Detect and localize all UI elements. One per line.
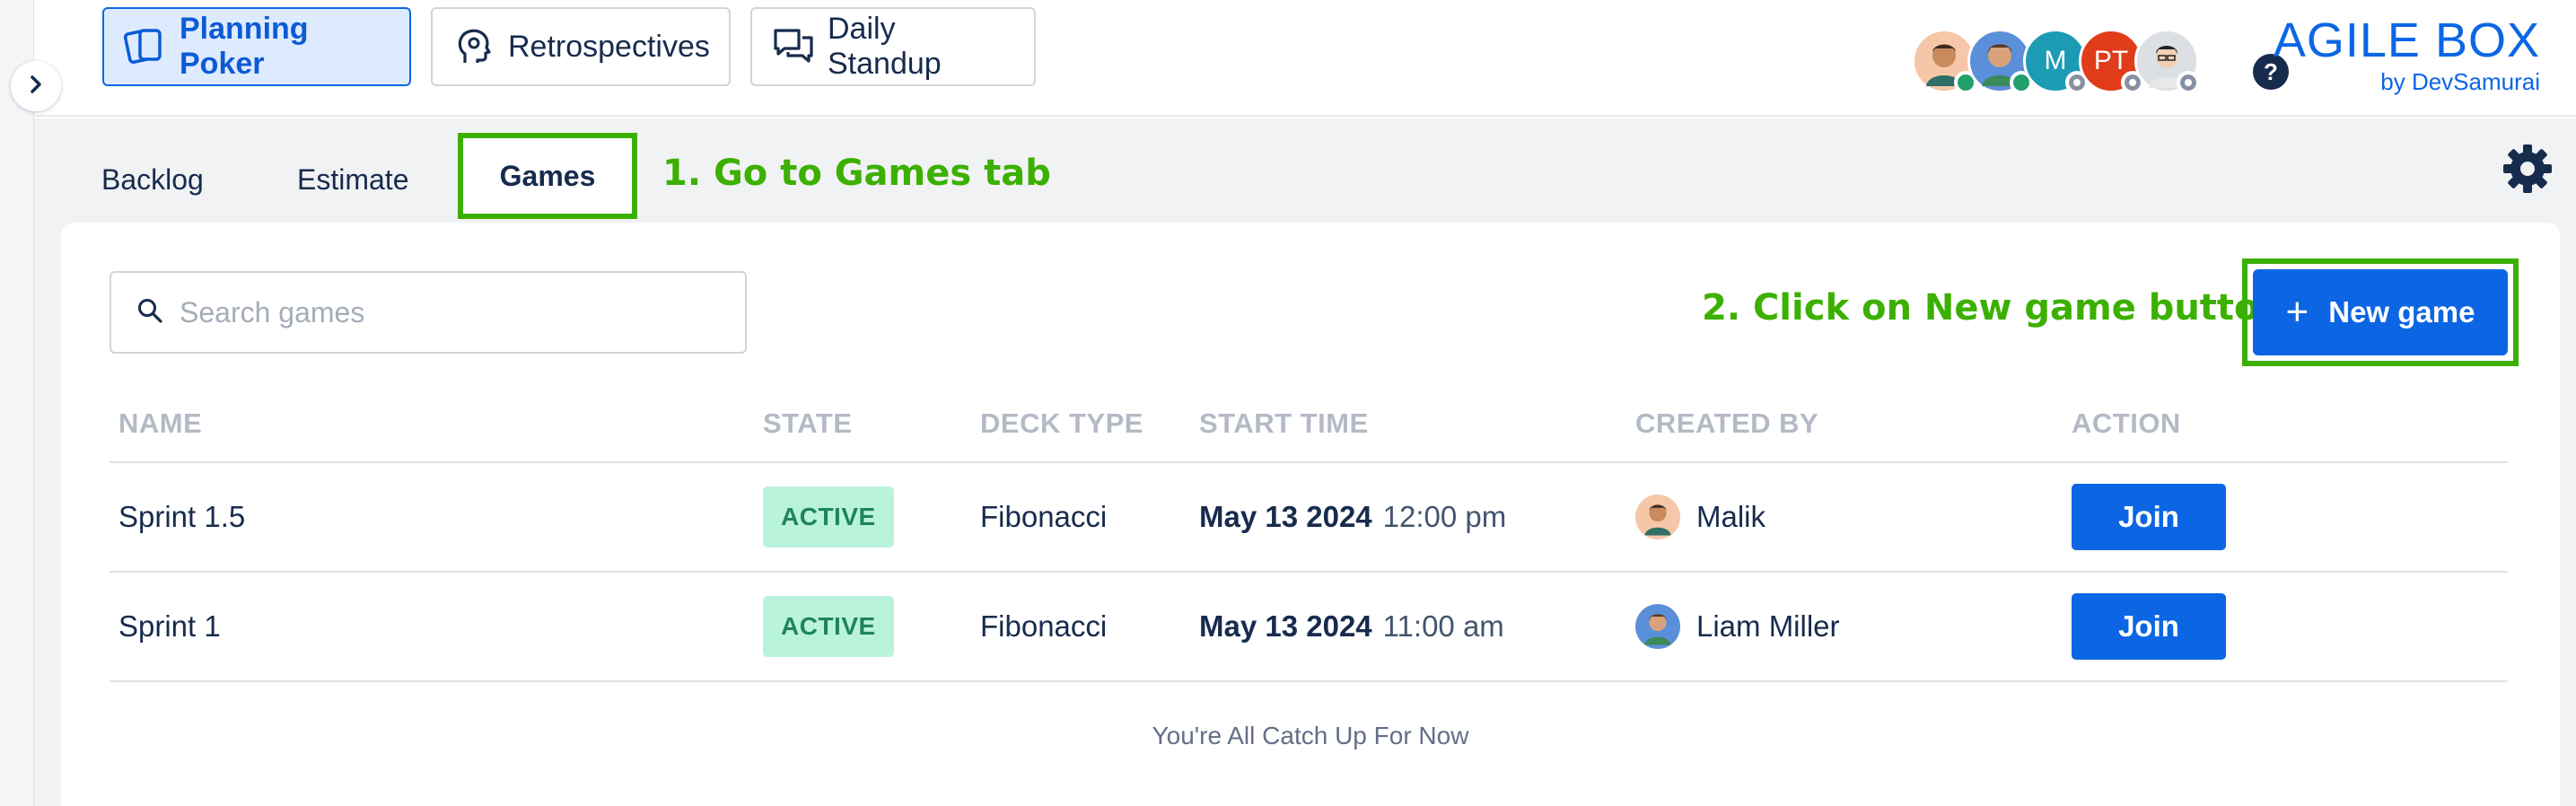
offline-status-dot [2177,71,2200,94]
tab-games-label: Games [499,159,596,192]
column-header-created-by: CREATED BY [1635,407,1819,439]
creator-name: Liam Miller [1696,609,1840,643]
app-label: Daily Standup [828,12,942,81]
step-1-annotation: 1. Go to Games tab [662,153,1051,194]
avatar-initials: PT [2093,46,2129,75]
new-game-label: New game [2328,295,2475,329]
empty-state-note: You're All Catch Up For Now [1152,722,1469,749]
column-header-deck-type: DECK TYPE [980,407,1143,439]
join-button[interactable]: Join [2072,593,2226,660]
tab-games[interactable]: Games [458,133,637,219]
table-header: NAME STATE DECK TYPE START TIME CREATED … [110,393,2508,463]
creator-name: Malik [1696,500,1766,533]
game-name[interactable]: Sprint 1.5 [118,463,245,571]
chat-icon [772,25,815,68]
daily-standup-app-button[interactable]: Daily Standup [750,7,1036,86]
start-time: May 13 2024 11:00 am [1199,573,1504,680]
avatar-initials: M [2044,46,2067,75]
brand-subtitle: by DevSamurai [2380,68,2540,95]
column-header-action: ACTION [2072,407,2181,439]
cards-icon [124,25,167,68]
start-time: May 13 2024 12:00 pm [1199,463,1506,571]
games-card: 2. Click on New game button + New game N… [61,223,2560,806]
plus-icon: + [2285,290,2309,334]
table-row[interactable]: Sprint 1.5 ACTIVE Fibonacci May 13 2024 … [110,463,2508,573]
tab-backlog[interactable]: Backlog [101,163,204,197]
deck-type: Fibonacci [980,609,1108,643]
head-icon [452,25,495,68]
brand-title: AGILE BOX [2273,13,2540,67]
tab-estimate[interactable]: Estimate [297,163,408,197]
step-2-annotation: 2. Click on New game button [1702,287,2285,329]
join-button[interactable]: Join [2072,484,2226,550]
avatar [1635,495,1680,539]
games-table: NAME STATE DECK TYPE START TIME CREATED … [110,393,2508,682]
collapsed-sidebar [0,0,34,806]
game-name[interactable]: Sprint 1 [118,573,221,680]
gear-icon[interactable] [2501,142,2554,196]
top-bar: Planning Poker Retrospectives Daily Stan… [34,0,2576,117]
deck-type: Fibonacci [980,500,1108,533]
start-clock-time: 12:00 pm [1382,500,1507,533]
brand-logo: AGILE BOX by DevSamurai [2274,13,2540,96]
start-clock-time: 11:00 am [1382,609,1504,643]
participant-avatar[interactable] [2134,29,2200,94]
expand-sidebar-button[interactable] [11,61,61,111]
table-row[interactable]: Sprint 1 ACTIVE Fibonacci May 13 2024 11… [110,573,2508,682]
start-date: May 13 2024 [1199,609,1372,643]
status-badge: ACTIVE [763,486,894,548]
search-field[interactable] [110,271,747,354]
app-label: Retrospectives [508,29,710,64]
start-date: May 13 2024 [1199,500,1372,533]
new-game-button[interactable]: + New game [2253,269,2508,355]
chevron-right-icon [26,74,46,99]
app-label: Planning Poker [180,12,309,81]
retrospectives-app-button[interactable]: Retrospectives [431,7,731,86]
participant-avatars: M PT [1912,29,2217,97]
avatar [1635,604,1680,649]
search-input[interactable] [180,295,718,329]
creator: Liam Miller [1635,573,1840,680]
search-icon [136,297,163,329]
planning-poker-app-button[interactable]: Planning Poker [102,7,411,86]
column-header-name: NAME [118,407,203,439]
column-header-state: STATE [763,407,853,439]
column-header-start-time: START TIME [1199,407,1369,439]
creator: Malik [1635,463,1766,571]
status-badge: ACTIVE [763,596,894,657]
